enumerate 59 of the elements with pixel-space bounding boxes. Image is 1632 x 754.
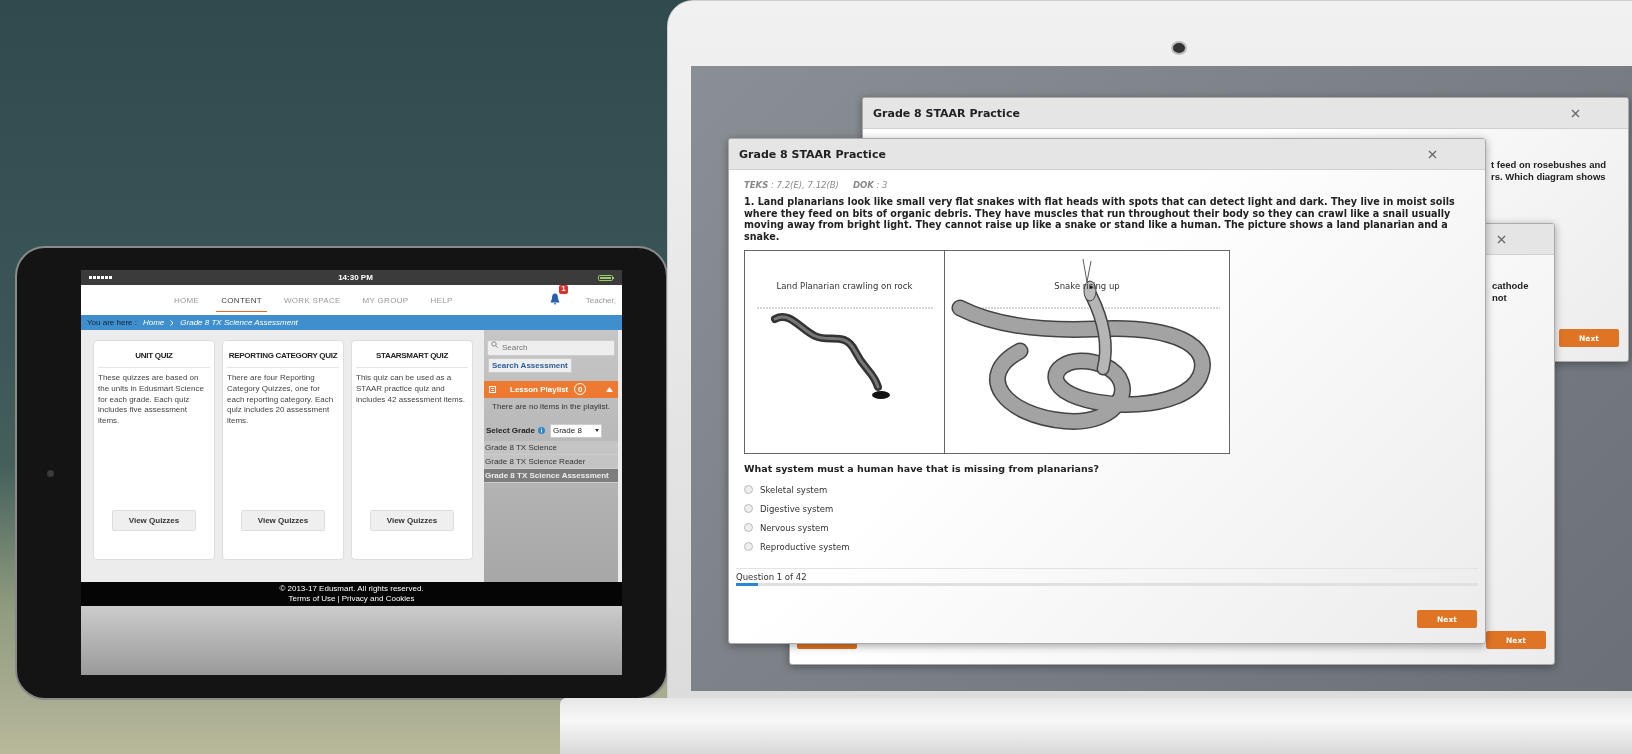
card-title: REPORTING CATEGORY QUIZ [227,341,339,368]
home-button[interactable] [47,470,54,477]
dialog-title: Grade 8 STAAR Practice [739,147,886,161]
option-label[interactable]: Digestive system [760,503,834,514]
close-icon[interactable] [1497,234,1506,244]
question-text: t feed on rosebushes and [1491,159,1607,171]
footer-link[interactable]: Terms of Use [288,594,336,604]
signal-icon [89,275,113,280]
close-icon[interactable] [1571,108,1580,118]
dropdown-caret-icon [594,429,599,432]
card-description: This quiz can be used as a STAAR practice quiz and includes 42 assessment items. [356,373,466,406]
info-icon[interactable] [537,427,545,434]
radio-button[interactable] [744,523,753,533]
status-time: 14:30 PM [338,273,373,282]
card-description: There are four Reporting Category Quizzes, one for each reporting category. Each quiz includes 20 assessment items. [227,373,335,427]
link-separator: | [337,594,340,604]
dialog-title: Grade 8 STAAR Practice [873,106,1020,120]
copyright-text: © 2013-17 Edusmart. All rights reserved. [279,584,424,594]
nav-tab[interactable]: CONTENT [216,288,267,312]
playlist-title: Lesson Playlist [510,384,569,394]
option-label[interactable]: Reproductive system [760,541,850,552]
question-text: 1. Land planarians look like small very flat snakes with flat heads with spots that can detect light and dark. They live in moist soils where they feed on bits of organic debris. They have muscles that run throughout their body so they can crawl like a snail usually moving away from bright light. They cannot raise up like a snake or stand like a human. The picture shows a land planarian and a snake. [744,196,1456,243]
view-quizzes-button[interactable]: View Quizzes [241,510,325,531]
card-title: UNIT QUIZ [98,341,210,368]
empty-playlist-message: There are no items in the playlist. [484,397,618,418]
radio-button[interactable] [744,542,753,552]
teks-label: TEKS : 7.2(E), 7.12(B) [744,180,839,190]
dok-label: DOK : 3 [852,180,888,190]
question-text: cathode [1492,280,1529,292]
grade-dropdown[interactable]: Grade 8 [549,423,602,438]
search-icon [491,341,498,348]
course-item[interactable]: Grade 8 TX Science [484,440,618,455]
list-icon [489,385,496,393]
view-quizzes-button[interactable]: View Quizzes [370,510,454,531]
question-text: rs. Which diagram shows [1491,170,1607,183]
select-grade-label: Select Grade [486,426,535,435]
card-title: STAARSMART QUIZ [356,341,468,368]
breadcrumb-label: You are here : [87,318,137,327]
figure-caption: Snake rising up [1054,280,1120,292]
footer-link[interactable]: Privacy and Cookies [341,594,415,604]
figure-caption: Land Planarian crawling on rock [776,280,913,292]
progress-label: Question 1 of 42 [736,571,808,582]
option-label[interactable]: Nervous system [760,522,829,533]
close-icon[interactable] [1428,149,1437,159]
search-assessment-button[interactable]: Search Assessment [488,357,572,373]
battery-icon [598,274,614,281]
caret-icon[interactable] [606,386,613,392]
question-prompt: What system must a human have that is missing from planarians? [744,462,1100,474]
notification-badge: 1 [559,285,568,294]
radio-button[interactable] [744,485,753,495]
chevron-icon [170,319,175,326]
option-label[interactable]: Skeletal system [760,484,828,495]
view-quizzes-button[interactable]: View Quizzes [112,510,196,531]
camera-icon [1171,41,1187,55]
question-text: not [1492,291,1508,304]
search-field[interactable]: Search [487,339,615,356]
bell-icon[interactable] [549,293,560,305]
radio-button[interactable] [744,504,753,514]
card-description: These quizzes are based on the units in Edusmart Science for each grade. Each quiz includes five assessment items. [98,373,205,427]
